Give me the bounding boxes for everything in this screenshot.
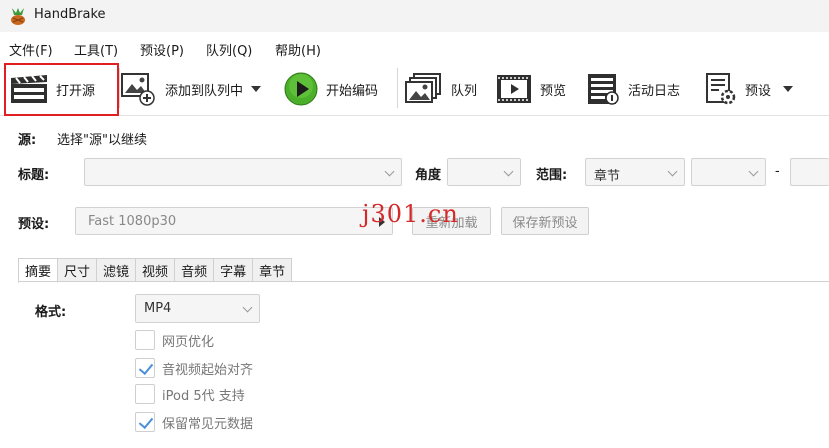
chevron-down-icon [748,166,759,177]
film-preview-icon [497,75,531,103]
tab-video[interactable]: 视频 [136,258,176,282]
format-select[interactable]: MP4 [135,294,260,323]
queue-label: 队列 [451,83,478,99]
start-encode-button[interactable]: 开始编码 [284,64,378,114]
ipod-support-option[interactable]: iPod 5代 支持 [135,383,245,405]
tab-dimensions[interactable]: 尺寸 [58,258,98,282]
presets-label: 预设 [745,83,772,99]
window-title: HandBrake [34,7,106,22]
preset-label: 预设: [18,217,50,232]
tab-chapters[interactable]: 章节 [253,258,293,282]
tab-subtitles[interactable]: 字幕 [214,258,254,282]
align-av-option[interactable]: 音视频起始对齐 [135,357,253,379]
web-optimized-option[interactable]: 网页优化 [135,329,214,351]
toolbar-separator [119,68,120,108]
title-bar: HandBrake [0,0,829,32]
chevron-down-icon [384,166,395,177]
preset-select[interactable]: Fast 1080p30 [75,207,393,235]
preview-label: 预览 [540,83,567,99]
preview-button[interactable]: 预览 [496,64,566,114]
start-encode-label: 开始编码 [326,83,379,99]
chevron-down-icon [503,166,514,177]
add-image-icon [121,73,155,106]
chevron-down-icon[interactable] [251,86,262,92]
toolbar-separator [397,68,398,108]
tab-divider [18,281,829,282]
add-to-queue-label: 添加到队列中 [165,83,244,99]
chevron-down-icon[interactable] [783,86,794,92]
activity-log-icon [588,74,619,105]
range-dash: - [775,164,780,179]
angle-select[interactable] [447,158,521,186]
align-av-label: 音视频起始对齐 [162,362,254,378]
chevron-down-icon [242,302,253,313]
range-end-select[interactable] [790,158,829,186]
title-select[interactable] [84,158,402,186]
queue-images-icon [405,73,441,103]
tab-summary[interactable]: 摘要 [18,258,59,283]
chevron-down-icon [667,166,678,177]
tab-audio[interactable]: 音频 [175,258,215,282]
ipod-support-checkbox[interactable] [135,384,155,404]
range-label: 范围: [536,168,568,183]
menu-tools[interactable]: 工具(T) [74,40,118,59]
highlight-box [4,63,119,116]
angle-label: 角度 [415,168,442,183]
menu-presets[interactable]: 预设(P) [140,40,184,59]
tab-filters[interactable]: 滤镜 [97,258,137,282]
activity-log-button[interactable]: 活动日志 [586,64,680,114]
play-icon [284,72,318,106]
source-label: 源: [18,133,37,148]
web-optimized-checkbox[interactable] [135,330,155,350]
toolbar: 打开源 添加到队列中 开始编码 队列 预览 活动日志 预设 [0,62,829,116]
presets-button[interactable]: 预设 [705,64,794,114]
format-label: 格式: [35,305,67,320]
preset-value: Fast 1080p30 [88,214,177,229]
queue-button[interactable]: 队列 [405,64,477,114]
web-optimized-label: 网页优化 [162,334,215,350]
format-value: MP4 [144,301,172,316]
watermark-text: j301.cn [362,200,459,228]
save-new-preset-button[interactable]: 保存新预设 [501,207,589,235]
presets-settings-icon [706,73,736,105]
activity-log-label: 活动日志 [628,83,681,99]
range-type-value: 章节 [594,169,621,184]
source-value: 选择"源"以继续 [57,133,147,148]
keep-metadata-label: 保留常见元数据 [162,416,254,432]
ipod-support-label: iPod 5代 支持 [162,388,245,404]
handbrake-pineapple-icon [11,8,25,25]
menu-bar: 文件(F) 工具(T) 预设(P) 队列(Q) 帮助(H) [0,35,829,61]
title-label: 标题: [18,168,50,183]
menu-help[interactable]: 帮助(H) [275,40,321,59]
menu-queue[interactable]: 队列(Q) [206,40,252,59]
range-start-select[interactable] [691,158,766,186]
align-av-checkbox[interactable] [135,358,155,378]
add-to-queue-button[interactable]: 添加到队列中 [121,64,262,114]
tab-bar: 摘要 尺寸 滤镜 视频 音频 字幕 章节 [18,258,293,283]
keep-metadata-checkbox[interactable] [135,412,155,432]
menu-file[interactable]: 文件(F) [9,40,53,59]
keep-metadata-option[interactable]: 保留常见元数据 [135,411,253,433]
range-type-select[interactable]: 章节 [585,158,685,186]
